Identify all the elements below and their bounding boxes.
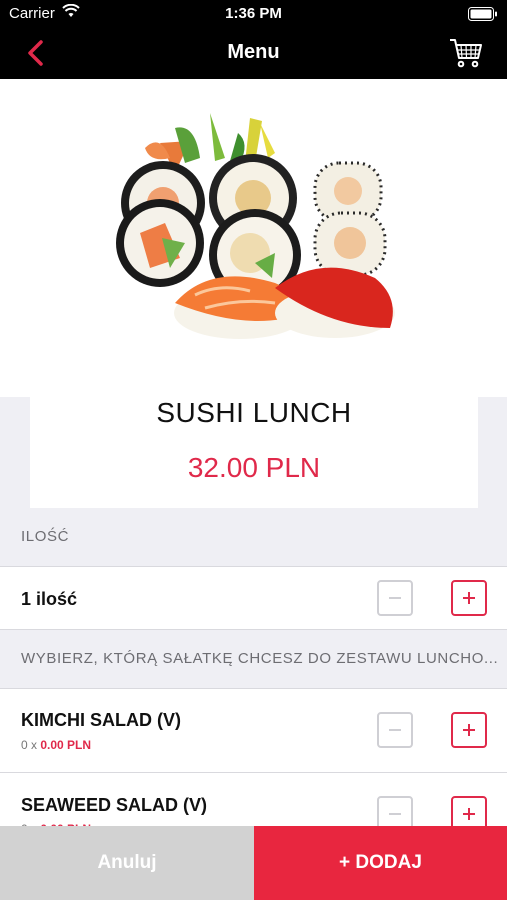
clock: 1:36 PM [225, 5, 282, 22]
status-bar: Carrier 1:36 PM [0, 0, 507, 28]
minus-icon [389, 597, 401, 599]
sushi-platter-image [116, 113, 395, 339]
list-item: KIMCHI SALAD (V) 0 x 0.00 PLN [0, 688, 507, 773]
quantity-decrement-button[interactable] [377, 580, 413, 616]
bottom-action-bar: Anuluj + DODAJ [0, 826, 507, 900]
battery-icon [468, 7, 498, 25]
quantity-label: 1 ilość [21, 589, 78, 609]
plus-icon [463, 808, 475, 820]
nav-bar: Menu [0, 28, 507, 79]
salad-price: 0.00 PLN [40, 738, 92, 752]
product-image [0, 79, 507, 397]
cart-button[interactable] [449, 37, 483, 69]
plus-icon [463, 724, 475, 736]
salad-increment-button[interactable] [451, 712, 487, 748]
salad-section-header: WYBIERZ, KTÓRĄ SAŁATKĘ CHCESZ DO ZESTAWU… [0, 630, 507, 688]
minus-icon [389, 813, 401, 815]
salad-name: KIMCHI SALAD (V) [21, 710, 181, 730]
add-button[interactable]: + DODAJ [254, 826, 507, 900]
plus-icon [463, 592, 475, 604]
minus-icon [389, 729, 401, 731]
cart-icon [450, 39, 482, 68]
salad-qty: 0 x [21, 738, 38, 752]
product-price: 32.00 PLN [187, 452, 321, 483]
product-card: SUSHI LUNCH 32.00 PLN [30, 397, 478, 508]
quantity-increment-button[interactable] [451, 580, 487, 616]
product-name: SUSHI LUNCH [156, 397, 352, 428]
salad-price-line: 0 x 0.00 PLN [21, 738, 91, 752]
quantity-row: 1 ilość [0, 566, 507, 630]
quantity-section-header: ILOŚĆ [0, 508, 507, 566]
salad-name: SEAWEED SALAD (V) [21, 795, 208, 815]
page-title: Menu [227, 41, 280, 63]
cancel-button[interactable]: Anuluj [0, 826, 254, 900]
salad-decrement-button[interactable] [377, 712, 413, 748]
